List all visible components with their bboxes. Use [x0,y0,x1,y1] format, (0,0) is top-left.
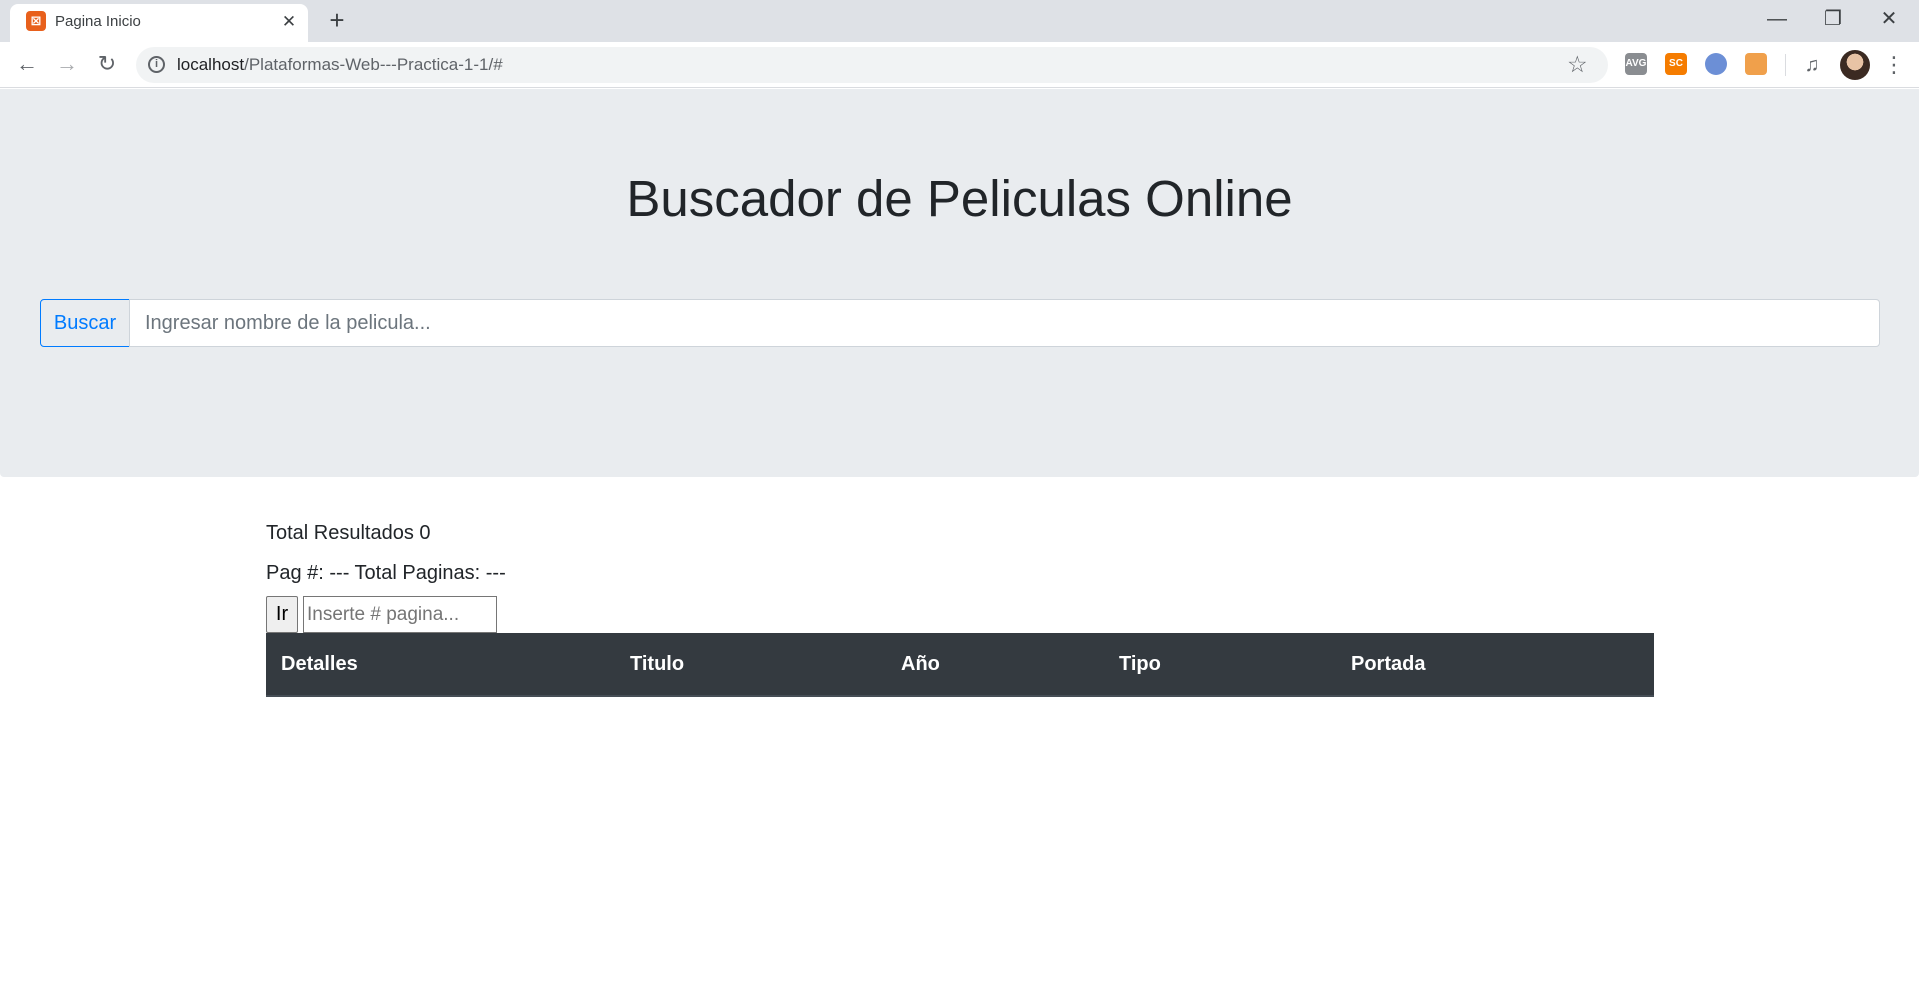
reload-button[interactable]: ↻ [91,49,123,81]
search-group: Buscar [40,299,1880,347]
page-viewport: Buscador de Peliculas Online Buscar Tota… [0,89,1919,1005]
column-header-titulo: Titulo [615,633,886,697]
url-path: /Plataformas-Web---Practica-1-1/# [244,55,503,74]
hero-section: Buscador de Peliculas Online Buscar [0,89,1919,477]
browser-tabstrip: ⊠ Pagina Inicio ✕ + — ❐ ✕ [0,0,1919,42]
browser-tab[interactable]: ⊠ Pagina Inicio ✕ [10,4,308,42]
tab-title: Pagina Inicio [55,13,141,30]
url-text[interactable]: localhost/Plataformas-Web---Practica-1-1… [177,55,503,75]
new-tab-button[interactable]: + [322,6,352,36]
go-to-page-button[interactable]: Ir [266,596,298,633]
sc-extension-icon[interactable]: SC [1665,53,1687,75]
info-icon[interactable]: i [148,56,165,73]
close-window-button[interactable]: ✕ [1866,2,1912,36]
minimize-button[interactable]: — [1754,2,1800,36]
metamask-extension-icon[interactable] [1745,53,1767,75]
xampp-icon: ⊠ [26,11,46,31]
column-header-portada: Portada [1336,633,1654,697]
close-tab-icon[interactable]: ✕ [278,11,300,33]
total-results-text: Total Resultados 0 [266,522,431,544]
toolbar-divider [1785,54,1786,76]
pagination-info-text: Pag #: --- Total Paginas: --- [266,562,506,584]
search-button[interactable]: Buscar [40,299,130,347]
page-title: Buscador de Peliculas Online [626,170,1293,227]
page-number-input[interactable] [303,596,497,633]
restore-button[interactable]: ❐ [1810,2,1856,36]
dashlane-extension-icon[interactable] [1705,53,1727,75]
column-header-anio: Año [886,633,1104,697]
column-header-detalles: Detalles [266,633,615,697]
url-host: localhost [177,55,245,74]
column-header-tipo: Tipo [1104,633,1336,697]
media-control-icon[interactable]: ♫ [1798,51,1826,79]
forward-button[interactable]: → [51,49,83,81]
results-table: Detalles Titulo Año Tipo Portada [266,633,1654,697]
address-bar[interactable]: i localhost/Plataformas-Web---Practica-1… [136,47,1608,83]
bookmark-star-icon[interactable]: ☆ [1567,51,1588,78]
table-header-row: Detalles Titulo Año Tipo Portada [266,633,1654,697]
back-button[interactable]: ← [11,49,43,81]
browser-menu-icon[interactable]: ⋮ [1880,50,1908,80]
avg-extension-icon[interactable]: AVG [1625,53,1647,75]
search-input[interactable] [129,299,1880,347]
browser-toolbar: ← → ↻ i localhost/Plataformas-Web---Prac… [0,42,1919,88]
profile-avatar[interactable] [1840,50,1870,80]
